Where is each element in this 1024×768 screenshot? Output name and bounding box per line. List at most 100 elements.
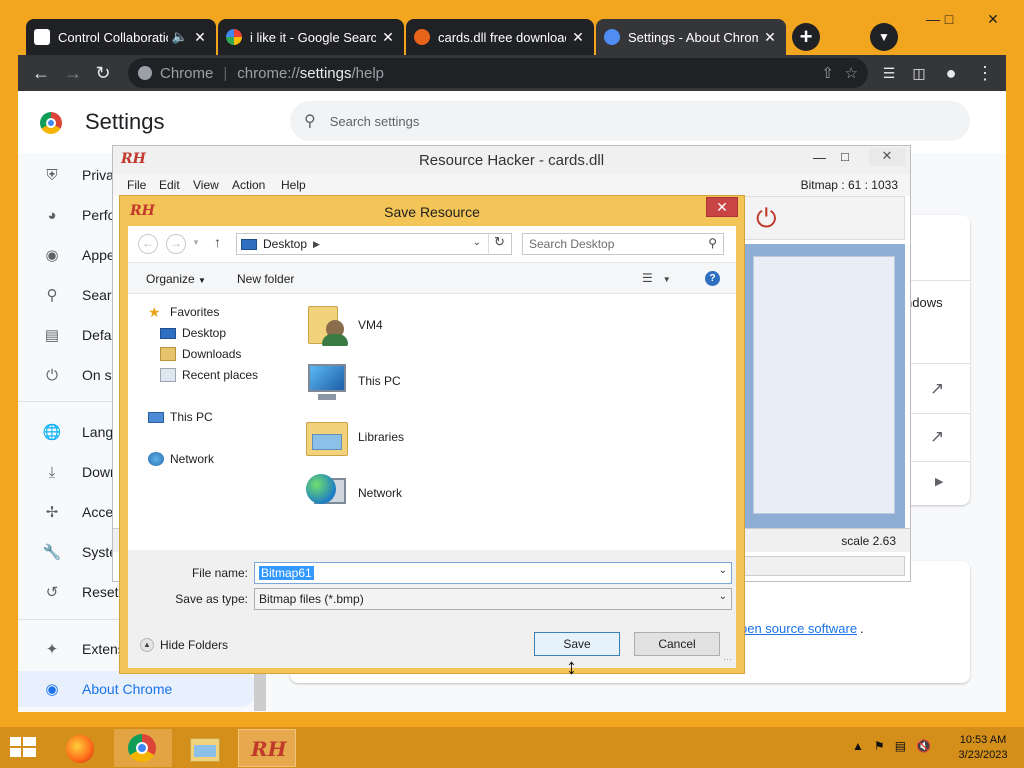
file-explorer-icon[interactable] — [176, 729, 234, 767]
menu-edit[interactable]: Edit — [159, 178, 180, 192]
dialog-close-button[interactable]: ✕ — [706, 197, 738, 217]
nav-label: Lang — [82, 424, 114, 440]
rh-toolbar: ⏻ — [743, 196, 905, 240]
minimize-button[interactable]: — — [813, 150, 826, 165]
firefox-icon[interactable] — [52, 729, 110, 767]
resize-grip-icon[interactable]: ⋯ — [723, 654, 732, 665]
taskbar-clock[interactable]: 10:53 AM 3/23/2023 — [948, 733, 1018, 763]
forward-button[interactable]: → — [60, 61, 86, 85]
chevron-down-icon[interactable]: ⌄ — [719, 565, 727, 576]
location-breadcrumb[interactable]: Desktop ▶ ⌄ — [236, 233, 512, 255]
tree-label: Desktop — [182, 326, 227, 340]
back-button[interactable]: ← — [28, 61, 54, 85]
nav-label: Acce — [82, 504, 114, 520]
sidebar-scrollbar[interactable] — [254, 671, 266, 711]
save-button[interactable]: Save — [534, 632, 620, 656]
file-item-vm4[interactable]: VM4 — [304, 302, 383, 348]
cancel-button[interactable]: Cancel — [634, 632, 720, 656]
close-window-button[interactable]: ✕ — [978, 11, 1008, 28]
speaker-icon[interactable]: 🔈 — [172, 29, 188, 45]
forward-arrow-icon[interactable]: → — [166, 234, 186, 254]
close-button[interactable]: ✕ — [869, 148, 905, 166]
settings-search-input[interactable]: ⚲ Search settings — [290, 101, 970, 141]
nav-item-about-chrome[interactable]: ◉ About Chrome — [18, 671, 258, 707]
tab-settings-about-chrome[interactable]: Settings - About Chrome ✕ — [596, 19, 786, 55]
page-title: Settings — [85, 109, 165, 134]
dialog-title-bar[interactable]: RH Save Resource ✕ — [120, 196, 744, 226]
tab-google-search[interactable]: i like it - Google Search ✕ — [218, 19, 404, 55]
chevron-right-icon[interactable]: ▶ — [313, 239, 320, 250]
close-icon[interactable]: ✕ — [192, 29, 208, 46]
close-icon[interactable]: ✕ — [762, 29, 778, 46]
media-control-icon[interactable]: ☰ — [876, 61, 902, 85]
close-icon[interactable]: ✕ — [570, 29, 586, 46]
search-desktop-input[interactable]: Search Desktop ⚲ — [522, 233, 724, 255]
share-icon[interactable]: ⇧ — [821, 64, 834, 82]
external-link-icon[interactable]: ↗ — [930, 379, 944, 399]
bookmark-star-icon[interactable]: ☆ — [845, 64, 858, 82]
maximize-button[interactable]: □ — [934, 11, 964, 27]
file-item-network[interactable]: Network — [304, 470, 402, 516]
side-panel-icon[interactable]: ◫ — [906, 61, 932, 85]
menu-help[interactable]: Help — [281, 178, 306, 192]
tab-control-collaboration[interactable]: Control Collaboration 🔈 ✕ — [26, 19, 216, 55]
tree-favorites[interactable]: ★ Favorites — [148, 305, 219, 319]
search-placeholder: Search settings — [329, 113, 420, 129]
close-icon[interactable]: ✕ — [380, 29, 396, 46]
nav-label: Reset — [82, 584, 119, 600]
save-as-type-select[interactable]: Bitmap files (*.bmp) ⌄ — [254, 588, 732, 610]
computer-icon — [148, 411, 164, 423]
file-item-this-pc[interactable]: This PC — [304, 358, 401, 404]
tree-desktop[interactable]: Desktop — [160, 326, 226, 340]
profile-avatar-icon[interactable]: ● — [938, 61, 964, 85]
chrome-icon[interactable] — [114, 729, 172, 767]
tree-downloads[interactable]: Downloads — [160, 347, 241, 361]
chevron-down-icon[interactable]: ⌄ — [719, 591, 727, 602]
address-bar[interactable]: Chrome | chrome://settings/help ⇧ ☆ — [128, 58, 868, 88]
file-name-value: Bitmap61 — [259, 566, 314, 580]
volume-muted-icon[interactable]: 🔇 — [916, 739, 931, 753]
recent-locations-icon[interactable]: ▼ — [192, 238, 200, 247]
windows-start-icon[interactable] — [10, 737, 36, 759]
tab-search-button[interactable]: ▼ — [870, 23, 898, 51]
file-name-label: File name: — [191, 566, 248, 580]
resource-id-label: Bitmap : 61 : 1033 — [800, 178, 898, 192]
refresh-icon[interactable]: ↻ — [488, 234, 510, 254]
resource-hacker-icon[interactable]: RH — [238, 729, 296, 767]
flag-icon[interactable]: ⚑ — [874, 739, 885, 753]
up-arrow-icon[interactable]: ↑ — [214, 234, 221, 250]
license-suffix: . — [860, 621, 864, 636]
network-tray-icon[interactable]: ▤ — [895, 739, 906, 753]
help-icon[interactable]: ? — [705, 271, 720, 286]
bitmap-preview — [753, 256, 895, 514]
horizontal-scrollbar[interactable] — [743, 556, 905, 576]
tab-cards-dll[interactable]: cards.dll free download ✕ — [406, 19, 594, 55]
tree-network[interactable]: Network — [148, 452, 214, 466]
reload-button[interactable]: ↻ — [90, 61, 116, 85]
open-source-link[interactable]: pen source software — [740, 621, 857, 636]
back-arrow-icon[interactable]: ← — [138, 234, 158, 254]
maximize-button[interactable]: □ — [841, 149, 849, 164]
organize-button[interactable]: Organize ▼ — [146, 272, 206, 286]
menu-file[interactable]: File — [127, 178, 146, 192]
menu-action[interactable]: Action — [232, 178, 265, 192]
new-tab-button[interactable]: + — [792, 23, 820, 51]
chevron-right-icon[interactable]: ▶ — [935, 475, 943, 488]
tree-this-pc[interactable]: This PC — [148, 410, 213, 424]
resource-hacker-logo-icon: RH — [251, 737, 287, 761]
tray-chevron-up-icon[interactable]: ▲ — [852, 739, 864, 753]
app-icon — [34, 29, 50, 45]
hide-folders-button[interactable]: ▲ Hide Folders — [140, 638, 228, 652]
file-name-input[interactable]: Bitmap61 ⌄ — [254, 562, 732, 584]
more-menu-icon[interactable]: ⋮ — [972, 61, 998, 85]
chevron-down-icon[interactable]: ⌄ — [473, 237, 481, 248]
desktop-icon — [160, 327, 176, 339]
file-item-libraries[interactable]: Libraries — [304, 414, 404, 460]
power-icon[interactable]: ⏻ — [756, 205, 777, 231]
new-folder-button[interactable]: New folder — [237, 272, 294, 286]
menu-view[interactable]: View — [193, 178, 219, 192]
rh-title-bar[interactable]: RH Resource Hacker - cards.dll — □ ✕ — [113, 146, 910, 174]
view-options-button[interactable]: ☰ ▼ — [642, 271, 671, 285]
tree-recent-places[interactable]: Recent places — [160, 368, 258, 382]
external-link-icon[interactable]: ↗ — [930, 427, 944, 447]
